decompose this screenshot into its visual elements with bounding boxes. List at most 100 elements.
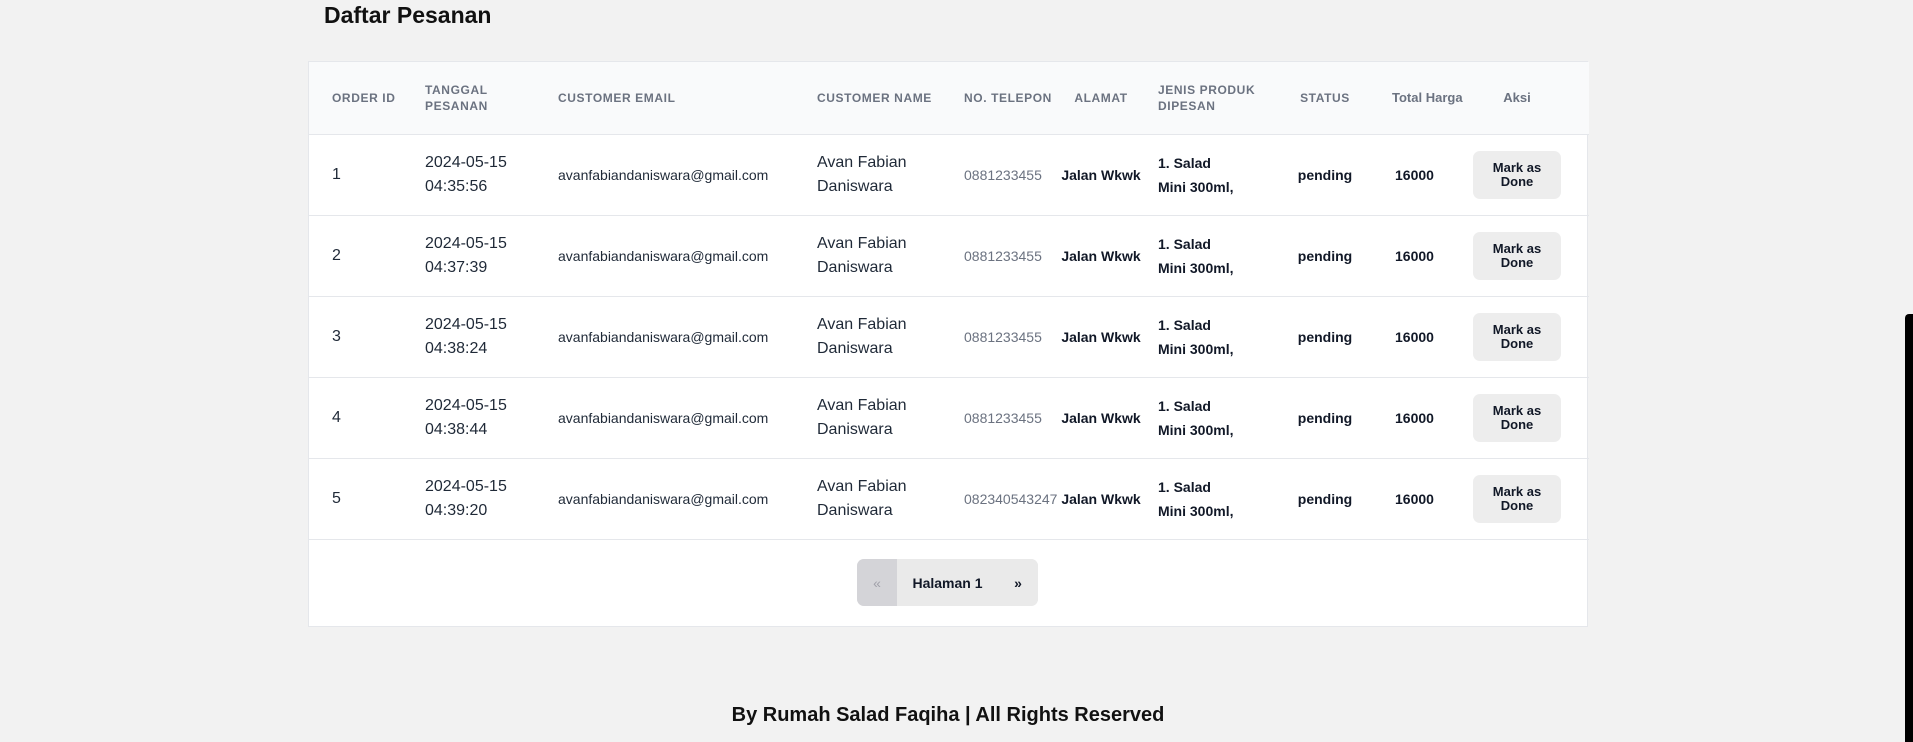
product: 1. Salad Mini 300ml, xyxy=(1148,215,1272,296)
product-line-1: 1. Salad xyxy=(1158,478,1211,495)
header-order-id: Order ID xyxy=(332,90,396,105)
header-total: Total Harga xyxy=(1392,90,1463,106)
customer-email: avanfabiandaniswara@gmail.com xyxy=(558,166,769,183)
status-badge: pending xyxy=(1297,166,1353,183)
table-row: 3 2024-05-15 04:38:24 avanfabiandaniswara… xyxy=(309,296,1589,377)
order-date-day: 2024-05-15 xyxy=(425,153,507,171)
order-date-day: 2024-05-15 xyxy=(425,477,507,495)
order-id: 4 xyxy=(332,408,341,426)
customer-email: avanfabiandaniswara@gmail.com xyxy=(558,328,769,345)
product-line-1: 1. Salad xyxy=(1158,316,1211,333)
order-date-day: 2024-05-15 xyxy=(425,315,507,333)
order-date-time: 04:38:44 xyxy=(425,420,488,438)
previous-page-button[interactable]: « xyxy=(857,559,897,606)
product-line-2: Mini 300ml, xyxy=(1158,502,1234,519)
address: Jalan Wkwk xyxy=(1061,409,1141,426)
orders-table: Order ID Tanggal Pesanan Customer Email … xyxy=(309,62,1589,540)
total-price: 16000 xyxy=(1395,166,1434,183)
customer-name-last: Daniswara xyxy=(817,420,893,438)
product-line-2: Mini 300ml, xyxy=(1158,421,1234,438)
status-badge: pending xyxy=(1297,490,1353,507)
mark-as-done-button[interactable]: Mark as Done xyxy=(1473,231,1561,280)
customer-name-last: Daniswara xyxy=(817,258,893,276)
order-id: 1 xyxy=(332,165,341,183)
order-id: 3 xyxy=(332,327,341,345)
product-line-2: Mini 300ml, xyxy=(1158,340,1234,357)
header-tanggal: Tanggal Pesanan xyxy=(425,82,488,113)
total-price: 16000 xyxy=(1395,409,1434,426)
product: 1. Salad Mini 300ml, xyxy=(1148,134,1272,215)
order-date-time: 04:35:56 xyxy=(425,177,488,195)
total-price: 16000 xyxy=(1395,247,1434,264)
action-cell: Mark as Done xyxy=(1467,134,1589,215)
action-cell: Mark as Done xyxy=(1467,215,1589,296)
customer-name: Avan Fabian Daniswara xyxy=(794,377,941,458)
table-header-row: Order ID Tanggal Pesanan Customer Email … xyxy=(309,62,1589,134)
action-cell: Mark as Done xyxy=(1467,377,1589,458)
customer-name-first: Avan Fabian xyxy=(817,153,907,171)
product-line-1: 1. Salad xyxy=(1158,235,1211,252)
product: 1. Salad Mini 300ml, xyxy=(1148,458,1272,539)
table-row: 1 2024-05-15 04:35:56 avanfabiandaniswara… xyxy=(309,134,1589,215)
footer-copyright: By Rumah Salad Faqiha | All Rights Reser… xyxy=(731,704,1165,726)
order-id: 5 xyxy=(332,489,341,507)
mark-as-done-button[interactable]: Mark as Done xyxy=(1473,312,1561,361)
customer-name-last: Daniswara xyxy=(817,339,893,357)
next-page-button[interactable]: » xyxy=(998,559,1038,606)
status-badge: pending xyxy=(1297,409,1353,426)
table-row: 5 2024-05-15 04:39:20 avanfabiandaniswara… xyxy=(309,458,1589,539)
product-line-2: Mini 300ml, xyxy=(1158,178,1234,195)
order-date-time: 04:37:39 xyxy=(425,258,488,276)
address: Jalan Wkwk xyxy=(1061,247,1141,264)
customer-name-first: Avan Fabian xyxy=(817,315,907,333)
phone-number: 082340543247 xyxy=(964,490,1058,507)
total-price: 16000 xyxy=(1395,490,1434,507)
table-row: 4 2024-05-15 04:38:44 avanfabiandaniswara… xyxy=(309,377,1589,458)
phone-number: 0881233455 xyxy=(964,166,1042,183)
mark-as-done-button[interactable]: Mark as Done xyxy=(1473,474,1561,523)
header-phone: No. Telepon xyxy=(964,90,1052,105)
order-date: 2024-05-15 04:38:44 xyxy=(402,377,535,458)
header-alamat: Alamat xyxy=(1074,90,1128,105)
order-date-time: 04:39:20 xyxy=(425,501,488,519)
current-page-label: Halaman 1 xyxy=(897,559,998,606)
table-row: 2 2024-05-15 04:37:39 avanfabiandaniswara… xyxy=(309,215,1589,296)
order-date: 2024-05-15 04:35:56 xyxy=(402,134,535,215)
status-badge: pending xyxy=(1297,247,1353,264)
header-name: Customer Name xyxy=(817,90,932,105)
customer-name-first: Avan Fabian xyxy=(817,234,907,252)
header-aksi: Aksi xyxy=(1503,90,1531,106)
customer-name: Avan Fabian Daniswara xyxy=(794,134,941,215)
mark-as-done-button[interactable]: Mark as Done xyxy=(1473,393,1561,442)
product-line-1: 1. Salad xyxy=(1158,154,1211,171)
order-date: 2024-05-15 04:39:20 xyxy=(402,458,535,539)
customer-name-first: Avan Fabian xyxy=(817,396,907,414)
customer-name: Avan Fabian Daniswara xyxy=(794,215,941,296)
header-email: Customer Email xyxy=(558,90,676,105)
header-produk: Jenis Produk Dipesan xyxy=(1158,82,1256,113)
product-line-2: Mini 300ml, xyxy=(1158,259,1234,276)
order-date-time: 04:38:24 xyxy=(425,339,488,357)
order-id: 2 xyxy=(332,246,341,264)
order-date-day: 2024-05-15 xyxy=(425,234,507,252)
pagination: « Halaman 1 » xyxy=(857,559,1038,606)
customer-name-last: Daniswara xyxy=(817,501,893,519)
address: Jalan Wkwk xyxy=(1061,490,1141,507)
customer-name-last: Daniswara xyxy=(817,177,893,195)
customer-name-first: Avan Fabian xyxy=(817,477,907,495)
customer-email: avanfabiandaniswara@gmail.com xyxy=(558,409,769,426)
customer-name: Avan Fabian Daniswara xyxy=(794,458,941,539)
action-cell: Mark as Done xyxy=(1467,296,1589,377)
address: Jalan Wkwk xyxy=(1061,328,1141,345)
product: 1. Salad Mini 300ml, xyxy=(1148,296,1272,377)
header-status: Status xyxy=(1300,90,1350,105)
action-cell: Mark as Done xyxy=(1467,458,1589,539)
orders-card: Order ID Tanggal Pesanan Customer Email … xyxy=(308,61,1589,627)
customer-name: Avan Fabian Daniswara xyxy=(794,296,941,377)
address: Jalan Wkwk xyxy=(1061,166,1141,183)
scrollbar-thumb[interactable] xyxy=(1905,314,1913,742)
page-scrollbar[interactable] xyxy=(1903,0,1913,742)
mark-as-done-button[interactable]: Mark as Done xyxy=(1473,150,1561,199)
product: 1. Salad Mini 300ml, xyxy=(1148,377,1272,458)
phone-number: 0881233455 xyxy=(964,409,1042,426)
